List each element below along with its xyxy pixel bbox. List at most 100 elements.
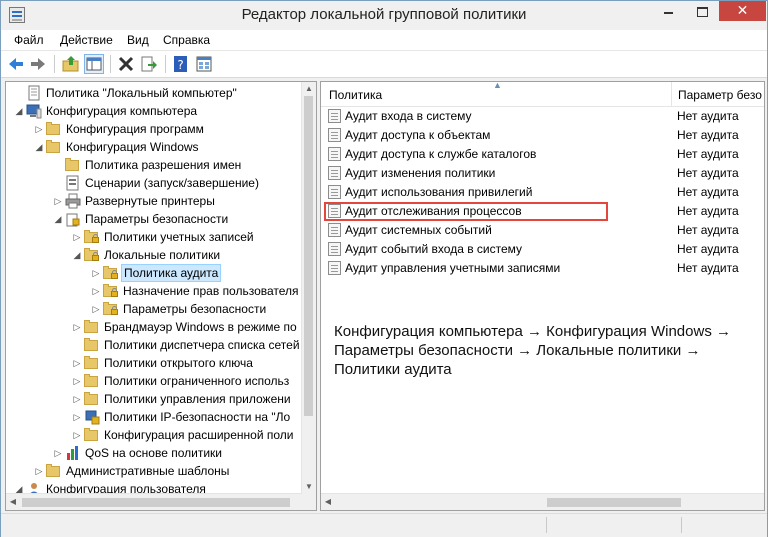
title-bar[interactable]: Редактор локальной групповой политики ✕ xyxy=(1,1,767,30)
toolbar: ? xyxy=(1,51,767,78)
folder-icon xyxy=(46,121,62,137)
tree-node[interactable]: Политики диспетчера списка сетей xyxy=(6,336,302,354)
expand-arrow-icon[interactable]: ▷ xyxy=(91,264,101,282)
expand-arrow-icon[interactable]: ▷ xyxy=(72,228,82,246)
tree-horizontal-scrollbar[interactable]: ◀ xyxy=(6,493,302,510)
gpedit-window: Редактор локальной групповой политики ✕ … xyxy=(0,0,768,537)
properties-icon xyxy=(196,56,212,72)
tree-node-label: Политики открытого ключа xyxy=(104,356,253,370)
list-horizontal-scrollbar[interactable]: ◀ xyxy=(321,493,764,510)
policy-setting-icon xyxy=(328,109,341,123)
tree-node[interactable]: ◢ Конфигурация компьютера xyxy=(6,102,302,120)
tree-node[interactable]: ▷ Политика аудита xyxy=(6,264,302,282)
tree-node-label: Политика разрешения имен xyxy=(85,158,242,172)
tree-node[interactable]: ◢ Параметры безопасности xyxy=(6,210,302,228)
console-tree-pane[interactable]: Политика "Локальный компьютер" ◢ Конфигура… xyxy=(5,81,317,511)
policy-row[interactable]: Аудит входа в систему Нет аудита xyxy=(321,107,764,126)
policy-row[interactable]: Аудит использования привилегий Нет аудита xyxy=(321,183,764,202)
tree-node[interactable]: ◢ Локальные политики xyxy=(6,246,302,264)
locked-folder-icon xyxy=(103,301,119,317)
tree-node[interactable]: ▷ Административные шаблоны xyxy=(6,462,302,480)
tree-node[interactable]: ▷ Брандмауэр Windows в режиме по xyxy=(6,318,302,336)
locked-folder-icon xyxy=(103,283,119,299)
show-hide-tree-button[interactable] xyxy=(84,54,104,74)
policy-list-pane[interactable]: ▲ Политика Параметр безо Аудит входа в с… xyxy=(320,81,765,511)
tree-vertical-scrollbar[interactable]: ▲ ▼ xyxy=(301,82,316,494)
tree-node-label: Назначение прав пользователя xyxy=(123,284,299,298)
tree-node[interactable]: ▷ Конфигурация расширенной поли xyxy=(6,426,302,444)
tree-node[interactable]: ▷ Конфигурация программ xyxy=(6,120,302,138)
expand-arrow-icon[interactable]: ▷ xyxy=(72,318,82,336)
expand-arrow-icon[interactable]: ▷ xyxy=(53,192,63,210)
expand-arrow-icon[interactable]: ▷ xyxy=(34,120,44,138)
policy-row[interactable]: Аудит отслеживания процессов Нет аудита xyxy=(321,202,764,221)
properties-button[interactable] xyxy=(194,54,214,74)
tree-hscroll-thumb[interactable] xyxy=(22,498,290,507)
column-header-policy[interactable]: Политика xyxy=(329,88,382,102)
expand-arrow-icon[interactable]: ▷ xyxy=(72,390,82,408)
collapse-arrow-icon[interactable]: ◢ xyxy=(34,138,44,156)
expand-arrow-icon[interactable]: ▷ xyxy=(72,408,82,426)
tree-node[interactable]: ▷ QoS на основе политики xyxy=(6,444,302,462)
scroll-left-arrow-icon[interactable]: ◀ xyxy=(321,494,335,510)
scroll-down-arrow-icon[interactable]: ▼ xyxy=(302,480,316,494)
tree-node[interactable]: Политика "Локальный компьютер" xyxy=(6,84,302,102)
policy-setting-value: Нет аудита xyxy=(677,128,739,142)
menu-file[interactable]: Файл xyxy=(14,33,44,47)
policy-row[interactable]: Аудит изменения политики Нет аудита xyxy=(321,164,764,183)
tree-vscroll-thumb[interactable] xyxy=(304,96,313,416)
back-button[interactable] xyxy=(6,54,26,74)
tree-node[interactable]: ▷ Параметры безопасности xyxy=(6,300,302,318)
tree-node[interactable]: Сценарии (запуск/завершение) xyxy=(6,174,302,192)
help-button[interactable]: ? xyxy=(171,54,191,74)
expand-arrow-icon[interactable]: ▷ xyxy=(34,462,44,480)
tree-node[interactable]: ▷ Политики учетных записей xyxy=(6,228,302,246)
folder-icon xyxy=(84,427,100,443)
policy-row[interactable]: Аудит управления учетными записями Нет ау… xyxy=(321,259,764,278)
policy-row[interactable]: Аудит доступа к службе каталогов Нет ауди… xyxy=(321,145,764,164)
expand-arrow-icon[interactable]: ▷ xyxy=(91,300,101,318)
column-header-setting[interactable]: Параметр безо xyxy=(678,88,762,102)
expand-arrow-icon[interactable]: ▷ xyxy=(72,372,82,390)
tree-node[interactable]: Политика разрешения имен xyxy=(6,156,302,174)
scroll-left-arrow-icon[interactable]: ◀ xyxy=(6,494,20,510)
close-button[interactable]: ✕ xyxy=(719,1,766,21)
tree-node-label: Политики диспетчера списка сетей xyxy=(104,338,300,352)
policy-row[interactable]: Аудит доступа к объектам Нет аудита xyxy=(321,126,764,145)
forward-button[interactable] xyxy=(28,54,48,74)
tree-node[interactable]: ◢ Конфигурация Windows xyxy=(6,138,302,156)
tree-node[interactable]: ▷ Развернутые принтеры xyxy=(6,192,302,210)
forward-arrow-icon xyxy=(31,58,45,70)
menu-view[interactable]: Вид xyxy=(127,33,149,47)
printer-icon xyxy=(65,193,81,209)
policy-row[interactable]: Аудит событий входа в систему Нет аудита xyxy=(321,240,764,259)
minimize-button[interactable] xyxy=(651,1,685,21)
menu-action[interactable]: Действие xyxy=(60,33,113,47)
maximize-button[interactable] xyxy=(685,1,719,21)
tree-node[interactable]: ▷ Политики открытого ключа xyxy=(6,354,302,372)
collapse-arrow-icon[interactable]: ◢ xyxy=(72,246,82,264)
collapse-arrow-icon[interactable]: ◢ xyxy=(53,210,63,228)
list-hscroll-thumb[interactable] xyxy=(547,498,681,507)
policy-setting-icon xyxy=(328,147,341,161)
tree-node[interactable]: ▷ Политики IP-безопасности на "Ло xyxy=(6,408,302,426)
expand-arrow-icon[interactable]: ▷ xyxy=(91,282,101,300)
scroll-up-arrow-icon[interactable]: ▲ xyxy=(302,82,316,96)
tree-node[interactable]: ▷ Назначение прав пользователя xyxy=(6,282,302,300)
policy-row[interactable]: Аудит системных событий Нет аудита xyxy=(321,221,764,240)
collapse-arrow-icon[interactable]: ◢ xyxy=(14,102,24,120)
policy-setting-value: Нет аудита xyxy=(677,166,739,180)
show-hide-tree-icon xyxy=(86,57,102,71)
menu-help[interactable]: Справка xyxy=(163,33,210,47)
computer-policy-icon xyxy=(26,85,42,101)
up-one-level-button[interactable] xyxy=(61,54,81,74)
tree-node-label: Конфигурация расширенной поли xyxy=(104,428,294,442)
expand-arrow-icon[interactable]: ▷ xyxy=(72,354,82,372)
expand-arrow-icon[interactable]: ▷ xyxy=(72,426,82,444)
tree-node[interactable]: ▷ Политики ограниченного использ xyxy=(6,372,302,390)
delete-button[interactable] xyxy=(116,54,136,74)
export-list-button[interactable] xyxy=(139,54,159,74)
tree-node[interactable]: ▷ Политики управления приложени xyxy=(6,390,302,408)
expand-arrow-icon[interactable]: ▷ xyxy=(53,444,63,462)
policy-setting-icon xyxy=(328,223,341,237)
